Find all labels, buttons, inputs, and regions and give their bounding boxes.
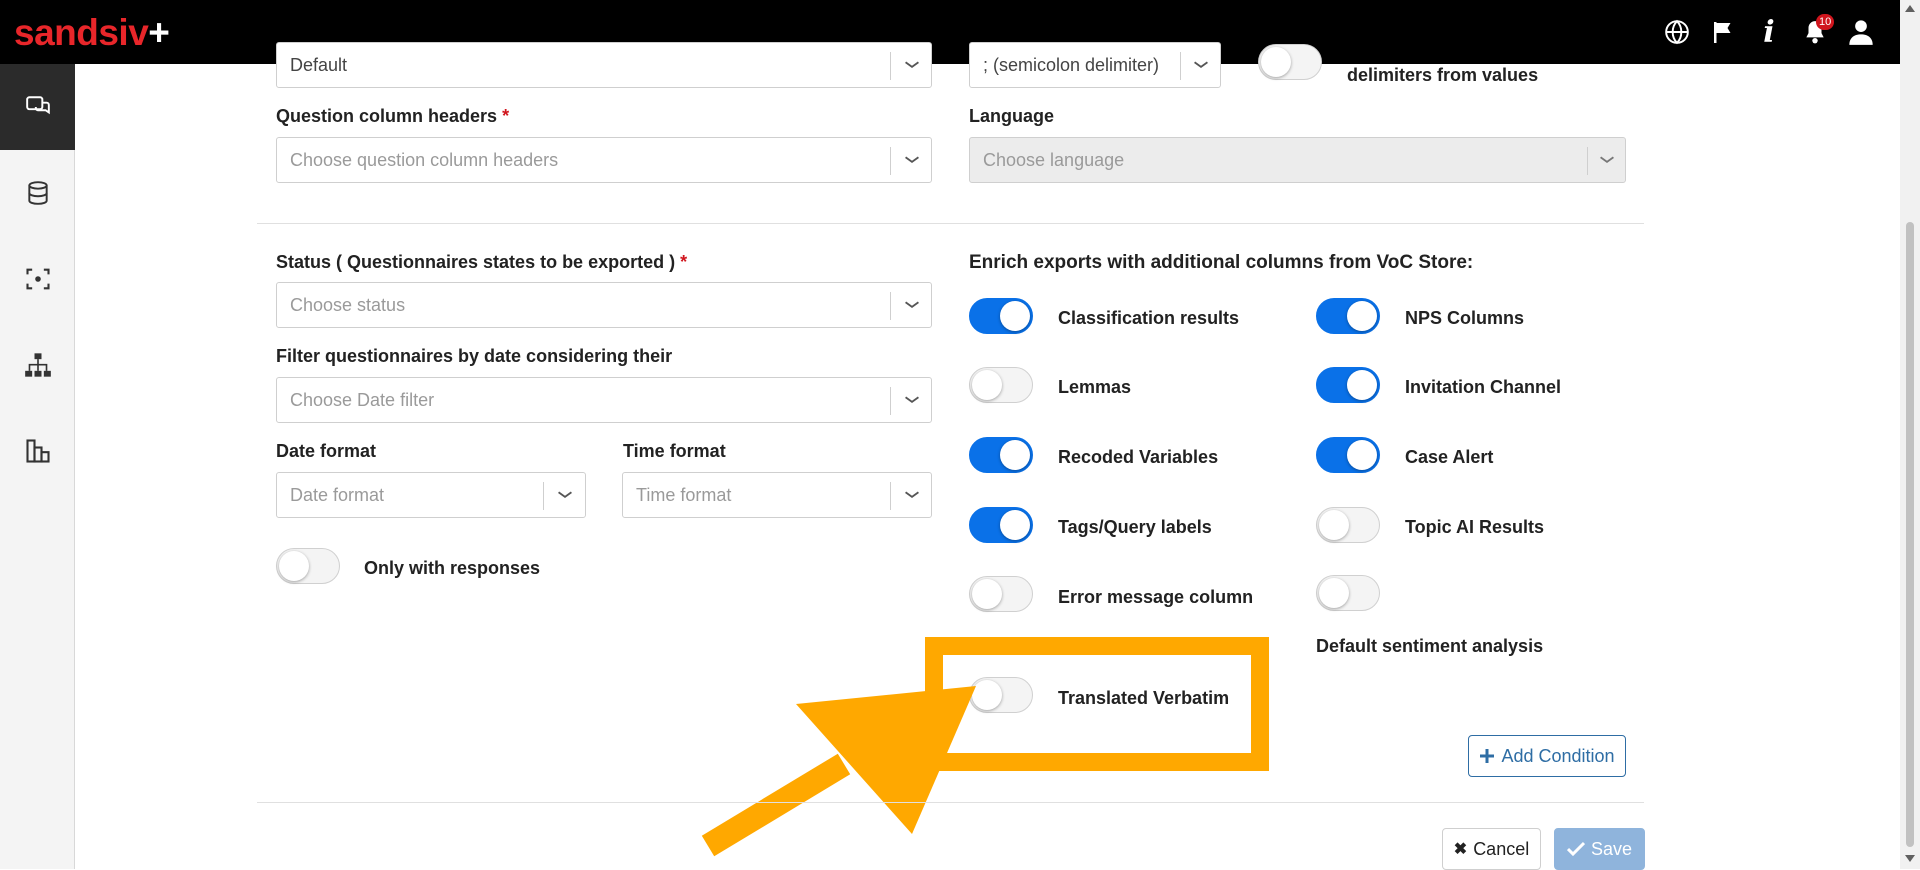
error-message-column-label: Error message column [1058, 587, 1254, 607]
database-icon [27, 181, 48, 205]
arrow-annotation [701, 686, 976, 857]
invitation-channel-toggle[interactable] [1316, 367, 1380, 403]
date-filter-select[interactable]: Choose Date filter [276, 377, 932, 423]
sidebar-item-reports[interactable] [0, 408, 75, 494]
chat-icon [25, 96, 50, 115]
recoded-variables-toggle[interactable] [969, 437, 1033, 473]
sidebar-item-hierarchy[interactable] [0, 322, 75, 408]
date-format-select[interactable]: Date format [276, 472, 586, 518]
only-with-responses-toggle[interactable] [276, 548, 340, 584]
delimiter-select[interactable]: ; (semicolon delimiter) [969, 42, 1221, 88]
bar-chart-icon [25, 439, 50, 463]
sidebar-item-scan[interactable] [0, 236, 75, 322]
flag-icon[interactable] [1700, 0, 1746, 64]
plus-icon [1480, 749, 1495, 763]
globe-icon[interactable] [1654, 0, 1700, 64]
case-alert-label: Case Alert [1405, 447, 1494, 467]
date-filter-label: Filter questionnaires by date considerin… [276, 346, 673, 366]
question-headers-label: Question column headers * [276, 106, 510, 126]
check-icon [1566, 841, 1585, 857]
footer-divider [257, 802, 1644, 803]
default-sentiment-label: Default sentiment analysis [1316, 636, 1544, 656]
bell-icon[interactable]: 10 [1792, 0, 1838, 64]
app-logo[interactable]: sandsiv+ [14, 12, 170, 54]
section-divider [257, 223, 1644, 224]
lemmas-label: Lemmas [1058, 377, 1132, 397]
time-format-select[interactable]: Time format [622, 472, 932, 518]
classification-results-label: Classification results [1058, 308, 1240, 328]
invitation-channel-label: Invitation Channel [1405, 377, 1562, 397]
notification-badge: 10 [1816, 14, 1835, 30]
time-format-label: Time format [623, 441, 726, 461]
error-message-column-toggle[interactable] [969, 576, 1033, 612]
language-select: Choose language [969, 137, 1626, 183]
tags-query-labels-label: Tags/Query labels [1058, 517, 1212, 537]
format-select[interactable]: Default [276, 42, 932, 88]
add-condition-button[interactable]: Add Condition [1468, 735, 1626, 777]
date-format-label: Date format [276, 441, 377, 461]
recoded-variables-label: Recoded Variables [1058, 447, 1219, 467]
default-sentiment-toggle[interactable] [1316, 575, 1380, 611]
sidebar-item-chat[interactable] [0, 64, 75, 150]
question-headers-select[interactable]: Choose question column headers [276, 137, 932, 183]
remove-delimiters-label: delimiters from values [1347, 65, 1539, 85]
status-select[interactable]: Choose status [276, 282, 932, 328]
classification-results-toggle[interactable] [969, 298, 1033, 334]
topic-ai-results-toggle[interactable] [1316, 507, 1380, 543]
topic-ai-results-label: Topic AI Results [1405, 517, 1545, 537]
user-icon[interactable] [1838, 0, 1884, 64]
page-scrollbar[interactable] [1900, 0, 1920, 869]
close-icon: ✖ [1453, 841, 1468, 858]
info-icon[interactable]: i [1746, 0, 1792, 64]
save-button[interactable]: Save [1554, 828, 1645, 870]
case-alert-toggle[interactable] [1316, 437, 1380, 473]
tags-query-labels-toggle[interactable] [969, 507, 1033, 543]
nps-columns-label: NPS Columns [1405, 308, 1525, 328]
sidebar-item-database[interactable] [0, 150, 75, 236]
status-label: Status ( Questionnaires states to be exp… [276, 252, 688, 272]
scan-icon [25, 268, 50, 290]
cancel-button[interactable]: ✖ Cancel [1442, 828, 1541, 870]
sidebar [0, 64, 75, 869]
remove-delimiters-toggle[interactable] [1258, 44, 1322, 80]
nps-columns-toggle[interactable] [1316, 298, 1380, 334]
lemmas-toggle[interactable] [969, 367, 1033, 403]
language-label: Language [969, 106, 1055, 126]
only-with-responses-label: Only with responses [364, 558, 541, 578]
enrich-title: Enrich exports with additional columns f… [969, 252, 1474, 273]
org-chart-icon [24, 353, 51, 377]
export-settings-form: Default ; (semicolon delimiter) delimite… [76, 42, 1900, 870]
scrollbar-thumb[interactable] [1906, 222, 1914, 847]
